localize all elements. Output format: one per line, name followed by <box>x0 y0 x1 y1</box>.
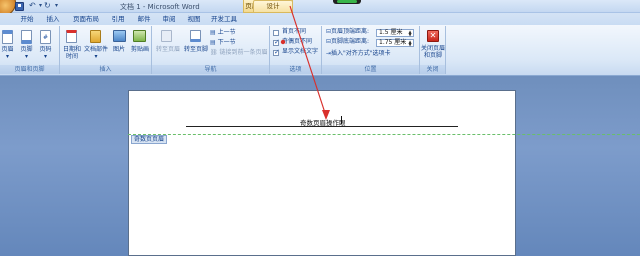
annotation-arrow-icon <box>280 5 330 120</box>
